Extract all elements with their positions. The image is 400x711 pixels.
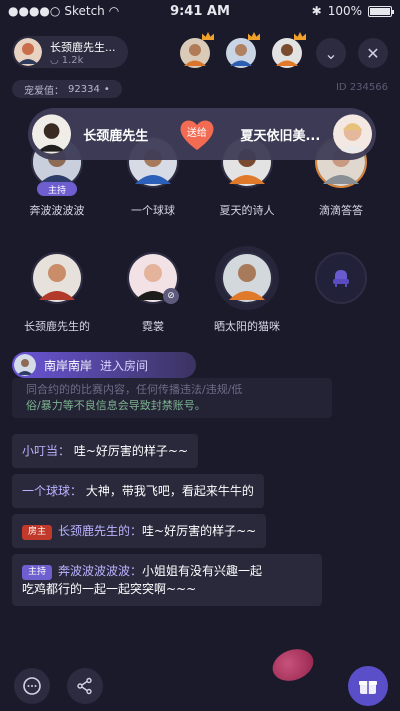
seat-name: 夏天的诗人 — [219, 204, 275, 217]
favorability-label: 宠爱值： — [24, 85, 64, 97]
gift-sender-avatar — [32, 114, 72, 154]
chat-text: 小姐姐有没有兴趣一起 — [142, 564, 263, 578]
gift-box-icon — [359, 681, 377, 694]
seat-name: 奔波波波波 — [29, 204, 85, 217]
battery-percent: 100% — [327, 4, 362, 18]
mute-icon: ⊘ — [163, 288, 179, 304]
seat[interactable]: 晒太阳的猫咪 — [197, 252, 297, 334]
favorability-pill[interactable]: 宠爱值： 92334 • — [12, 80, 122, 98]
chat-user[interactable]: 小叮当 — [22, 444, 58, 458]
host-name: 长颈鹿先生... — [50, 40, 116, 54]
close-button[interactable]: ✕ — [358, 38, 388, 68]
chat-message: 小叮当： 哇~好厉害的样子~~ — [12, 434, 199, 468]
chat-user[interactable]: 一个球球 — [22, 484, 70, 498]
heart-icon: 送给 — [177, 114, 216, 154]
join-user: 南岸南岸 — [44, 358, 93, 373]
battery-icon — [368, 5, 394, 17]
chevron-down-icon: ⌄ — [324, 43, 338, 63]
host-tag: 主持 — [22, 565, 53, 580]
chat-user[interactable]: 长颈鹿先生的 — [58, 524, 130, 538]
host-fans: ◡ 1.2k — [50, 55, 122, 66]
minimize-button[interactable]: ⌄ — [316, 38, 346, 68]
host-fans-count: 1.2k — [61, 54, 84, 66]
status-right: ✱ 100% — [311, 4, 394, 18]
chat-text: 大神，带我飞吧，看起来牛牛的 — [85, 484, 254, 498]
gift-banner: 长颈鹿先生 送给 夏天依旧美... — [28, 108, 376, 160]
viewer-avatar[interactable] — [272, 32, 306, 68]
seat-name: 滴滴答答 — [319, 204, 363, 217]
join-avatar — [14, 354, 36, 376]
gift-action: 送给 — [186, 127, 207, 139]
crown-icon — [294, 32, 306, 40]
host-avatar — [14, 38, 42, 66]
owner-tag: 房主 — [22, 525, 53, 540]
viewer-avatar[interactable] — [226, 32, 260, 68]
seat-avatar — [221, 252, 273, 304]
chat-user[interactable]: 奔波波波波波 — [58, 564, 130, 578]
gift-button[interactable] — [348, 666, 388, 706]
crown-icon — [202, 32, 214, 40]
chat-bubble-icon — [23, 677, 41, 695]
seat-name: 晒太阳的猫咪 — [214, 320, 280, 333]
host-role-badge: 主持 — [37, 182, 77, 196]
close-icon: ✕ — [366, 43, 380, 63]
gift-receiver-avatar — [332, 114, 372, 154]
seat-empty[interactable] — [291, 252, 391, 318]
chat-text: 吃鸡都行的一起一起突突啊~~~ — [22, 582, 197, 596]
chat-message: 主持 奔波波波波波：小姐姐有没有兴趣一起 吃鸡都行的一起一起突突啊~~~ — [12, 554, 322, 606]
empty-seat — [315, 252, 367, 304]
bluetooth-icon: ✱ — [311, 4, 322, 18]
favorability-value: 92334 — [68, 83, 100, 95]
chat-message: 一个球球： 大神，带我飞吧，看起来牛牛的 — [12, 474, 264, 508]
share-button[interactable] — [67, 668, 103, 704]
seat-avatar: ⊘ — [127, 252, 179, 304]
chat-message: 房主 长颈鹿先生的：哇~好厉害的样子~~ — [12, 514, 267, 548]
viewer-avatar[interactable] — [180, 32, 214, 68]
host-pill[interactable]: 长颈鹿先生... ◡ 1.2k — [12, 36, 128, 68]
headphone-icon: ◡ — [50, 54, 59, 66]
crown-icon — [248, 32, 260, 40]
chat-text: 哇~好厉害的样子~~ — [142, 524, 257, 538]
comment-button[interactable] — [14, 668, 50, 704]
join-action: 进入房间 — [100, 358, 149, 373]
sofa-icon — [333, 270, 349, 287]
top-viewers — [180, 32, 306, 68]
notice-line: 同合约的的比赛内容，任何传播违法/违规/低 — [26, 383, 243, 396]
gift-sender: 长颈鹿先生 — [83, 128, 149, 144]
floating-gift-animation — [268, 643, 318, 687]
room-id: ID 234566 — [335, 82, 388, 93]
gift-receiver: 夏天依旧美... — [240, 128, 321, 144]
seat-name: 霓裳 — [142, 320, 164, 333]
seat-name: 长颈鹿先生的 — [24, 320, 90, 333]
share-icon — [77, 677, 92, 695]
seat-name: 一个球球 — [131, 204, 175, 217]
seat[interactable]: 长颈鹿先生的 — [7, 252, 107, 334]
notice: 同合约的的比赛内容，任何传播违法/违规/低 俗/暴力等不良信息会导致封禁账号。 — [12, 378, 332, 418]
seat[interactable]: ⊘ 霓裳 — [103, 252, 203, 334]
notice-line: 俗/暴力等不良信息会导致封禁账号。 — [26, 399, 206, 412]
chat-text: 哇~好厉害的样子~~ — [73, 444, 189, 458]
status-bar: ●●●●○ Sketch ◠ 9:41 AM ✱ 100% — [0, 0, 400, 24]
join-notice: 南岸南岸 进入房间 — [12, 352, 196, 378]
dot-icon: • — [103, 83, 110, 95]
seat-avatar — [31, 252, 83, 304]
